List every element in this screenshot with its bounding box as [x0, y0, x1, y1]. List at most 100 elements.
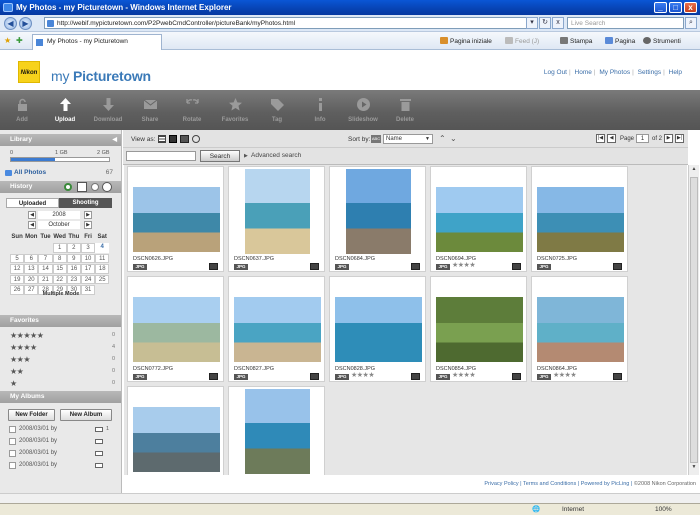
info-button[interactable]: Info: [301, 90, 339, 130]
thumbnail-view-icon[interactable]: [180, 135, 189, 143]
calendar-day[interactable]: 11: [95, 253, 110, 263]
grid-scrollbar[interactable]: ▲ ▼: [688, 165, 699, 475]
calendar-day[interactable]: 23: [66, 274, 81, 284]
photo-info-icon[interactable]: [209, 373, 218, 380]
home-link[interactable]: Home: [575, 69, 592, 76]
photo-thumbnail[interactable]: [335, 297, 422, 362]
album-item[interactable]: 2008/03/01 by: [9, 437, 109, 446]
calendar-day[interactable]: 8: [52, 253, 67, 263]
photo-card[interactable]: DSCN0684.JPG JPG: [329, 166, 426, 272]
star-rating-icon[interactable]: ★★★★: [452, 261, 476, 269]
photo-thumbnail[interactable]: [245, 169, 310, 254]
powered-by-link[interactable]: Powered by PicLing: [581, 481, 630, 487]
minimize-button[interactable]: _: [654, 2, 667, 13]
new-folder-button[interactable]: New Folder: [8, 409, 55, 421]
calendar-day[interactable]: 6: [24, 253, 39, 263]
list-view-icon[interactable]: [158, 135, 166, 143]
album-checkbox[interactable]: [9, 438, 16, 445]
photo-info-icon[interactable]: [613, 263, 622, 270]
photo-card[interactable]: DSCN0864.JPG JPG ★★★★: [531, 276, 628, 382]
calendar-view-icon[interactable]: [77, 182, 87, 192]
prev-page-button[interactable]: ◀: [607, 134, 616, 143]
zoom-level[interactable]: 100%: [655, 504, 672, 515]
photo-thumbnail[interactable]: [537, 297, 624, 362]
favorites-header[interactable]: Favorites: [0, 315, 121, 327]
last-page-button[interactable]: ▶|: [675, 134, 684, 143]
new-album-button[interactable]: New Album: [60, 409, 112, 421]
download-button[interactable]: Download: [89, 90, 127, 130]
url-field[interactable]: http://webif.mypicturetown.com/P2PwebCmd…: [44, 17, 529, 29]
envelope-icon[interactable]: [95, 439, 103, 444]
history-header[interactable]: History: [0, 181, 121, 193]
photo-info-icon[interactable]: [613, 373, 622, 380]
slideshow-button[interactable]: Slideshow: [344, 90, 382, 130]
favorites-button[interactable]: Favorites: [216, 90, 254, 130]
calendar-day[interactable]: 3: [80, 243, 96, 253]
sort-ascending-icon[interactable]: ⌃: [439, 134, 446, 143]
settings-link[interactable]: Settings: [638, 69, 662, 76]
nikon-logo[interactable]: Nikon: [18, 61, 40, 83]
photo-info-icon[interactable]: [209, 263, 218, 270]
home-command[interactable]: Pagina iniziale: [440, 37, 492, 45]
calendar-day[interactable]: 21: [38, 274, 53, 284]
calendar-day[interactable]: 4: [95, 243, 110, 253]
scroll-thumb[interactable]: [690, 177, 698, 463]
photo-card[interactable]: DSCN0725.JPG JPG: [531, 166, 628, 272]
favorites-rating-row[interactable]: ★★★ 0: [10, 355, 115, 365]
calendar-day[interactable]: 20: [24, 274, 39, 284]
horizontal-scrollbar[interactable]: [0, 493, 700, 503]
photo-thumbnail[interactable]: [245, 389, 310, 474]
photo-search-input[interactable]: [126, 151, 196, 161]
all-photos-item[interactable]: All Photos 67: [2, 168, 119, 178]
logout-link[interactable]: Log Out: [544, 69, 567, 76]
grid-view-icon[interactable]: [169, 135, 177, 143]
photo-card[interactable]: [228, 386, 325, 475]
favorites-rating-row[interactable]: ★★★★★ 0: [10, 331, 115, 341]
album-checkbox[interactable]: [9, 450, 16, 457]
tools-command[interactable]: Strumenti: [643, 37, 681, 45]
tab-uploaded[interactable]: Uploaded: [6, 198, 59, 208]
search-button[interactable]: Search: [200, 150, 240, 162]
collapse-arrow-icon[interactable]: ◀: [112, 134, 117, 146]
library-header[interactable]: Library ◀: [0, 134, 121, 146]
prev-year-button[interactable]: ◀: [28, 211, 36, 219]
page-command[interactable]: Pagina: [605, 37, 635, 45]
scroll-up-icon[interactable]: ▲: [690, 166, 698, 176]
add-favorite-icon[interactable]: ✚: [16, 36, 23, 45]
photo-card[interactable]: [127, 386, 224, 475]
upload-button[interactable]: Upload: [46, 90, 84, 130]
clock-icon[interactable]: [102, 182, 112, 192]
page-input[interactable]: 1: [636, 134, 649, 143]
next-page-button[interactable]: ▶: [664, 134, 673, 143]
terms-link[interactable]: Terms and Conditions: [523, 481, 576, 487]
advanced-search-link[interactable]: Advanced search: [251, 152, 301, 159]
photo-card[interactable]: DSCN0827.JPG JPG: [228, 276, 325, 382]
calendar-day[interactable]: 9: [66, 253, 81, 263]
sort-descending-icon[interactable]: ⌄: [450, 134, 457, 143]
photo-thumbnail[interactable]: [133, 297, 220, 362]
tag-button[interactable]: Tag: [258, 90, 296, 130]
map-view-icon[interactable]: [192, 135, 200, 143]
photo-info-icon[interactable]: [512, 373, 521, 380]
envelope-icon[interactable]: [95, 463, 103, 468]
photo-info-icon[interactable]: [512, 263, 521, 270]
calendar-day[interactable]: 15: [52, 264, 67, 274]
next-month-button[interactable]: ▶: [84, 221, 92, 229]
delete-button[interactable]: Delete: [386, 90, 424, 130]
album-checkbox[interactable]: [9, 462, 16, 469]
calendar-day[interactable]: 1: [52, 243, 67, 253]
browser-tab[interactable]: My Photos - my Picturetown: [32, 34, 162, 50]
photo-thumbnail[interactable]: [436, 297, 523, 362]
privacy-policy-link[interactable]: Privacy Policy: [484, 481, 518, 487]
photo-thumbnail[interactable]: [234, 297, 321, 362]
close-window-button[interactable]: x: [684, 2, 697, 13]
first-page-button[interactable]: |◀: [596, 134, 605, 143]
photo-info-icon[interactable]: [310, 263, 319, 270]
month-selector[interactable]: ◀ October ▶: [24, 221, 94, 229]
print-command[interactable]: Stampa: [560, 37, 592, 45]
site-brand[interactable]: my Picturetown: [51, 68, 151, 84]
photo-card[interactable]: DSCN0694.JPG JPG ★★★★: [430, 166, 527, 272]
calendar-day[interactable]: 2: [66, 243, 81, 253]
stop-button[interactable]: x: [552, 17, 564, 29]
star-rating-icon[interactable]: ★★★★: [553, 371, 577, 379]
